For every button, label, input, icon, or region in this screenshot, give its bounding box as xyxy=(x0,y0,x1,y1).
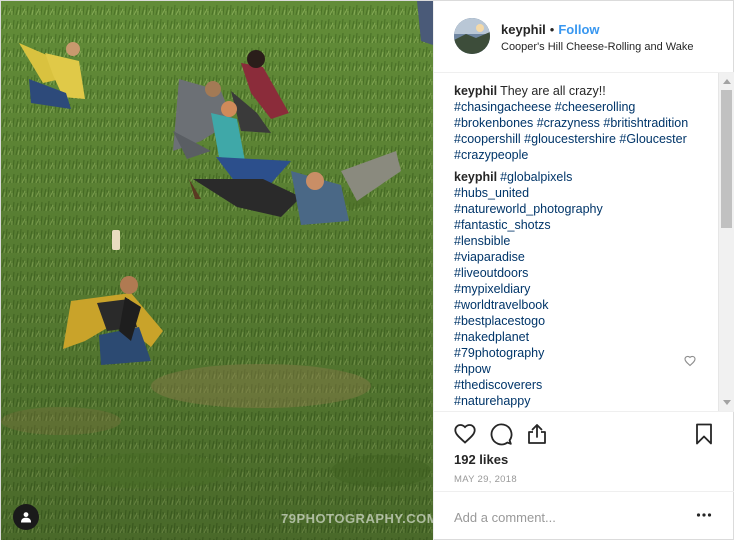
hashtag[interactable]: #fantastic_shotzs xyxy=(454,217,718,233)
hashtag[interactable]: #liveoutdoors xyxy=(454,265,718,281)
post-date: MAY 29, 2018 xyxy=(454,474,517,485)
scrollbar-thumb[interactable] xyxy=(721,90,732,228)
cheese-rolling-photo xyxy=(1,1,433,540)
separator-dot: • xyxy=(549,22,555,37)
comment-bubble-icon[interactable] xyxy=(489,422,513,446)
hashtag[interactable]: #hubs_united xyxy=(454,185,718,201)
hashtag[interactable]: #hpow xyxy=(454,361,718,377)
scroll-up-arrow-icon[interactable] xyxy=(723,79,731,84)
comment-username[interactable]: keyphil xyxy=(454,84,497,98)
hashtag[interactable]: #viaparadise xyxy=(454,249,718,265)
user-tag-icon[interactable] xyxy=(13,504,39,530)
header-line: keyphil • Follow xyxy=(501,22,600,37)
location-link[interactable]: Cooper's Hill Cheese-Rolling and Wake xyxy=(501,41,693,53)
hashtag-line[interactable]: #brokenbones #crazyness #britishtraditio… xyxy=(454,115,718,131)
likes-count[interactable]: 192 likes xyxy=(454,452,508,467)
hashtag-line[interactable]: #crazypeople xyxy=(454,147,718,163)
comment-username[interactable]: keyphil xyxy=(454,170,497,184)
hashtag[interactable]: #natureworld_photography xyxy=(454,201,718,217)
hashtag[interactable]: #thediscoverers xyxy=(454,377,718,393)
avatar[interactable] xyxy=(454,18,490,54)
heart-icon[interactable] xyxy=(453,422,477,446)
action-bar: 192 likes MAY 29, 2018 xyxy=(434,411,734,491)
hashtag-line[interactable]: #chasingacheese #cheeserolling xyxy=(454,99,718,115)
comment-text: They are all crazy!! xyxy=(500,84,606,98)
hashtag[interactable]: #worldtravelbook xyxy=(454,297,718,313)
share-icon[interactable] xyxy=(525,422,549,446)
comments-scrollbar[interactable] xyxy=(718,73,734,411)
instagram-post: 79PHOTOGRAPHY.COM keyphil • Follow Coope… xyxy=(0,0,734,540)
hashtag[interactable]: #lensbible xyxy=(454,233,718,249)
hashtag[interactable]: #naturehappy xyxy=(454,393,718,409)
bookmark-icon[interactable] xyxy=(692,422,716,446)
post-photo[interactable]: 79PHOTOGRAPHY.COM xyxy=(1,1,433,540)
follow-button[interactable]: Follow xyxy=(558,22,599,37)
post-side-panel: keyphil • Follow Cooper's Hill Cheese-Roll… xyxy=(433,1,734,540)
add-comment-section xyxy=(434,491,734,540)
photo-watermark: 79PHOTOGRAPHY.COM xyxy=(281,511,433,526)
hashtag[interactable]: #globalpixels xyxy=(500,170,572,184)
caption-comment: keyphil They are all crazy!! #chasingache… xyxy=(454,83,718,163)
scroll-down-arrow-icon[interactable] xyxy=(723,400,731,405)
header-username[interactable]: keyphil xyxy=(501,22,546,37)
hashtag-comment: keyphil #globalpixels #hubs_united #natur… xyxy=(454,169,718,409)
hashtag[interactable]: #bestplacestogo xyxy=(454,313,718,329)
hashtag[interactable]: #79photography xyxy=(454,345,718,361)
post-header: keyphil • Follow Cooper's Hill Cheese-Roll… xyxy=(434,1,734,73)
comments-list: keyphil They are all crazy!! #chasingache… xyxy=(434,73,718,411)
small-heart-icon[interactable] xyxy=(684,355,696,367)
hashtag-line[interactable]: #coopershill #gloucestershire #Glouceste… xyxy=(454,131,718,147)
hashtag[interactable]: #nakedplanet xyxy=(454,329,718,345)
more-options-icon[interactable] xyxy=(696,507,712,523)
hashtag[interactable]: #mypixeldiary xyxy=(454,281,718,297)
comment-input[interactable] xyxy=(454,508,674,526)
